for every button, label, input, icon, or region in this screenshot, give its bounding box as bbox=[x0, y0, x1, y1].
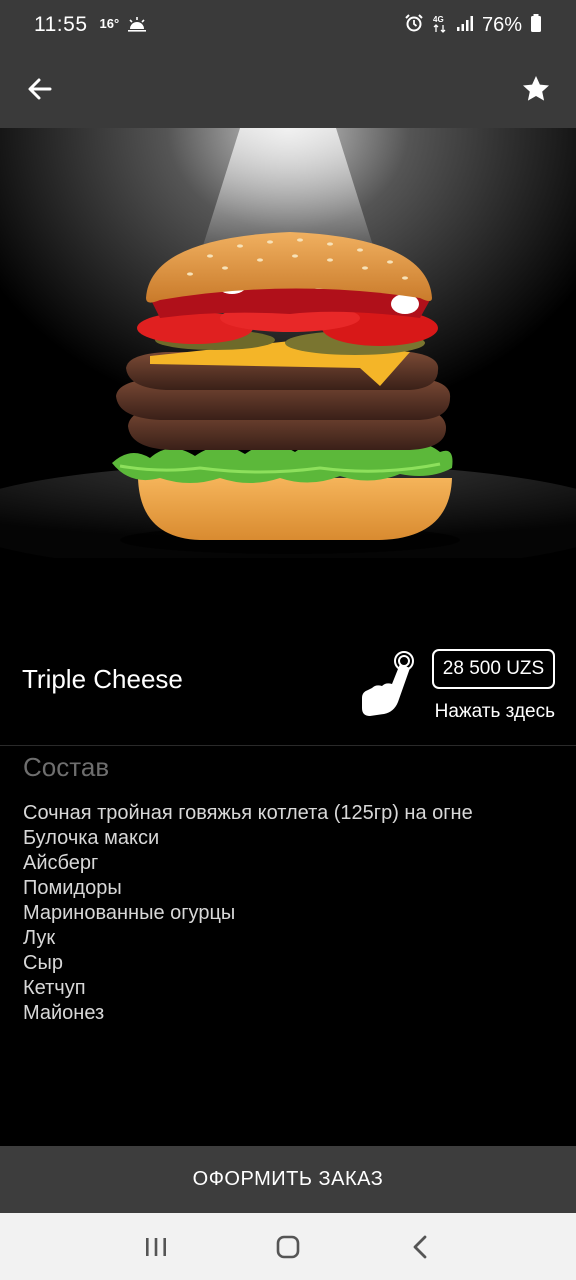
status-temperature: 16° bbox=[99, 15, 120, 31]
star-icon[interactable] bbox=[520, 73, 552, 105]
ingredient-item: Сыр bbox=[23, 952, 63, 974]
ingredient-item: Маринованные огурцы bbox=[23, 902, 236, 924]
tap-hand-icon[interactable] bbox=[356, 648, 418, 734]
status-time: 11:55 bbox=[34, 13, 88, 36]
ingredient-item: Помидоры bbox=[23, 877, 122, 899]
battery-percentage: 76% bbox=[481, 13, 522, 36]
svg-text:4G: 4G bbox=[433, 15, 444, 24]
battery-icon bbox=[530, 13, 542, 38]
ingredients-title: Состав bbox=[23, 752, 110, 782]
ingredient-item: Булочка макси bbox=[23, 827, 160, 849]
alarm-icon bbox=[404, 13, 424, 38]
price-label: 28 500 UZS bbox=[442, 658, 545, 679]
back-icon[interactable] bbox=[400, 1227, 440, 1267]
ingredients-list: Сочная тройная говяжья котлета (125гр) н… bbox=[23, 801, 473, 1026]
status-bar: 11:55 16° 4G 76% bbox=[0, 0, 576, 50]
weather-icon bbox=[127, 17, 147, 33]
press-here-hint[interactable]: Нажать здесь bbox=[435, 701, 555, 723]
product-image bbox=[0, 128, 576, 618]
home-icon[interactable] bbox=[268, 1227, 308, 1267]
status-right-icons: 4G 76% bbox=[404, 13, 542, 38]
ingredient-item: Айсберг bbox=[23, 852, 99, 874]
order-button-label: ОФОРМИТЬ ЗАКАЗ bbox=[192, 1168, 384, 1190]
ingredient-item: Кетчуп bbox=[23, 977, 86, 999]
4g-icon: 4G bbox=[432, 13, 448, 38]
signal-icon bbox=[456, 14, 474, 37]
product-header: Triple Cheese 28 500 UZS Нажать здесь bbox=[0, 618, 576, 746]
product-screen: 11:55 16° 4G 76% Triple Cheese 28 500 UZ… bbox=[0, 0, 576, 1280]
ingredient-item: Сочная тройная говяжья котлета (125гр) н… bbox=[23, 802, 473, 824]
ingredient-item: Майонез bbox=[23, 1002, 105, 1024]
product-name: Triple Cheese bbox=[22, 664, 183, 694]
ingredient-item: Лук bbox=[23, 927, 56, 949]
arrow-left-icon[interactable] bbox=[24, 73, 56, 105]
order-button[interactable]: ОФОРМИТЬ ЗАКАЗ bbox=[0, 1146, 576, 1213]
system-nav-bar bbox=[0, 1213, 576, 1280]
app-bar bbox=[0, 50, 576, 128]
price-button[interactable]: 28 500 UZS bbox=[432, 649, 555, 689]
recent-apps-icon[interactable] bbox=[136, 1227, 176, 1267]
